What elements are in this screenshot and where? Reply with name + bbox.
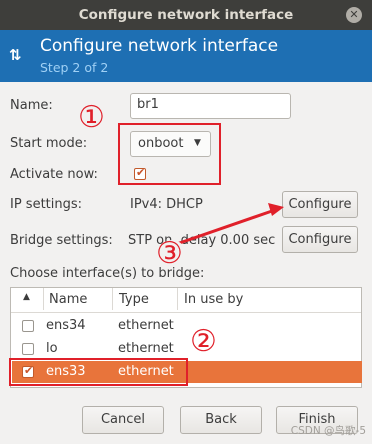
row-type: ethernet (118, 341, 174, 356)
row-checkbox[interactable] (22, 343, 34, 355)
column-divider (177, 288, 178, 310)
watermark: CSDN @鸟歌-5 (290, 425, 366, 437)
table-row[interactable]: lo ethernet (12, 338, 362, 360)
table-header: ▲ Name Type In use by (11, 288, 361, 313)
column-header-type[interactable]: Type (119, 292, 149, 307)
column-header-in-use-by[interactable]: In use by (184, 292, 243, 307)
sort-up-icon[interactable]: ▲ (23, 292, 30, 302)
row-type: ethernet (118, 318, 174, 333)
annotation-number-two: ② (190, 324, 217, 359)
column-header-name[interactable]: Name (49, 292, 87, 307)
choose-interfaces-label: Choose interface(s) to bridge: (10, 266, 205, 281)
column-divider (43, 288, 44, 310)
table-row[interactable]: ens34 ethernet (12, 315, 362, 337)
annotation-box-selected-row (9, 358, 188, 386)
row-name: ens34 (46, 318, 86, 333)
row-name: lo (46, 341, 58, 356)
column-divider (112, 288, 113, 310)
back-button[interactable]: Back (180, 406, 262, 434)
annotation-number-three: ③ (156, 236, 183, 271)
cancel-button[interactable]: Cancel (82, 406, 164, 434)
row-checkbox[interactable] (22, 320, 34, 332)
